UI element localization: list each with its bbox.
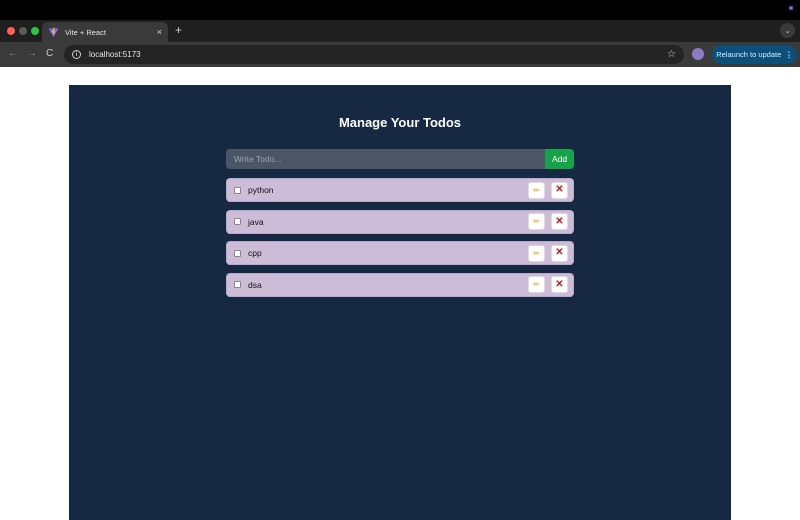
reload-icon[interactable]: C <box>46 47 53 61</box>
todo-item: python ✏ ✕ <box>226 178 574 202</box>
todo-checkbox[interactable] <box>234 249 241 257</box>
tab-close-icon[interactable]: × <box>157 27 162 37</box>
todo-text: dsa <box>248 279 262 290</box>
edit-todo-button[interactable]: ✏ <box>528 276 545 293</box>
pencil-icon: ✏ <box>533 217 540 226</box>
more-menu-icon[interactable]: ⋮ <box>785 50 793 59</box>
new-tab-icon[interactable]: + <box>175 24 182 36</box>
close-window-icon[interactable] <box>7 27 15 35</box>
todo-checkbox[interactable] <box>234 281 241 288</box>
todo-checkbox[interactable] <box>234 218 241 225</box>
delete-todo-button[interactable]: ✕ <box>551 244 568 262</box>
delete-todo-button[interactable]: ✕ <box>551 276 568 293</box>
maximize-window-icon[interactable] <box>31 27 39 35</box>
todo-list: python ✏ ✕ java ✏ ✕ cpp ✏ ✕ dsa ✏ ✕ <box>226 178 574 304</box>
pencil-icon: ✏ <box>533 248 540 258</box>
minimize-window-icon[interactable] <box>19 27 27 35</box>
delete-x-icon: ✕ <box>555 215 564 227</box>
todo-form: Add <box>226 149 574 169</box>
tab-title: Vite + React <box>65 27 106 37</box>
delete-x-icon: ✕ <box>555 278 564 290</box>
todo-item: dsa ✏ ✕ <box>226 272 574 297</box>
todo-item: cpp ✏ ✕ <box>226 241 574 265</box>
back-icon[interactable]: ← <box>8 47 18 61</box>
os-menu-bar <box>0 0 800 20</box>
page-viewport: Manage Your Todos Add python ✏ ✕ java ✏ ✕ cpp ✏… <box>0 67 800 520</box>
relaunch-button[interactable]: Relaunch to update ⋮ <box>712 45 797 64</box>
bookmark-star-icon[interactable]: ☆ <box>667 49 676 60</box>
edit-todo-button[interactable]: ✏ <box>528 244 545 262</box>
todo-text: cpp <box>248 248 262 258</box>
address-bar[interactable]: i localhost:5173 ☆ <box>64 45 684 64</box>
todo-checkbox[interactable] <box>234 186 241 194</box>
delete-x-icon: ✕ <box>555 247 564 258</box>
tab-vite-react[interactable]: Vite + React × <box>42 22 168 42</box>
url-text[interactable]: localhost:5173 <box>89 50 667 59</box>
delete-x-icon: ✕ <box>555 184 564 195</box>
todo-input[interactable] <box>226 149 545 169</box>
tab-strip: Vite + React × + ⌄ <box>0 20 800 42</box>
todo-text: java <box>248 216 264 227</box>
todo-app-container: Manage Your Todos Add python ✏ ✕ java ✏ ✕ cpp ✏… <box>69 85 731 520</box>
todo-text: python <box>248 185 274 195</box>
tab-search-icon[interactable]: ⌄ <box>780 23 795 38</box>
vite-logo-icon <box>48 27 59 38</box>
relaunch-label: Relaunch to update <box>716 50 782 59</box>
forward-icon[interactable]: → <box>27 47 37 61</box>
add-button[interactable]: Add <box>545 149 574 169</box>
pencil-icon: ✏ <box>533 185 540 195</box>
status-dot-icon <box>789 6 793 10</box>
profile-avatar[interactable] <box>692 48 704 60</box>
edit-todo-button[interactable]: ✏ <box>528 181 545 199</box>
delete-todo-button[interactable]: ✕ <box>551 213 568 230</box>
delete-todo-button[interactable]: ✕ <box>551 181 568 199</box>
browser-toolbar: ← → C i localhost:5173 ☆ Relaunch to upd… <box>0 42 800 67</box>
site-info-icon[interactable]: i <box>72 50 81 59</box>
pencil-icon: ✏ <box>533 280 540 289</box>
edit-todo-button[interactable]: ✏ <box>528 213 545 230</box>
todo-item: java ✏ ✕ <box>226 209 574 234</box>
page-title: Manage Your Todos <box>338 115 462 130</box>
